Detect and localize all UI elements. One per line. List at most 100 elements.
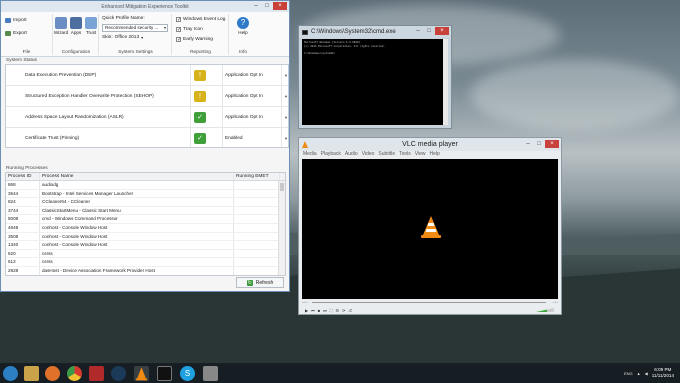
status-value: Application Opt In — [225, 93, 263, 99]
refresh-button[interactable]: ↻ Refresh — [236, 277, 284, 288]
minimize-button[interactable]: – — [251, 2, 261, 10]
stop-icon[interactable]: ■ — [318, 308, 320, 313]
wizard-label: Wizard — [53, 30, 69, 35]
chrome-icon[interactable] — [67, 366, 82, 381]
close-button[interactable]: × — [273, 2, 287, 10]
menu-view[interactable]: View — [415, 151, 426, 159]
shuffle-icon[interactable]: ⤮ — [348, 308, 351, 313]
chevron-down-icon: ▾ — [163, 25, 166, 30]
clock-date: 11/11/2014 — [651, 373, 674, 378]
column-header-emet[interactable]: Running EMET — [234, 173, 280, 180]
maximize-button[interactable]: □ — [534, 140, 544, 148]
status-dropdown[interactable]: ▼ — [284, 115, 288, 120]
emet-titlebar[interactable]: Enhanced Mitigation Experience Toolkit –… — [1, 1, 289, 12]
early-warning-checkbox[interactable]: ✓ Early Warning — [176, 37, 213, 43]
menu-playback[interactable]: Playback — [321, 151, 341, 159]
process-name-cell: ClassicStartMenu - Classic Start Menu — [40, 206, 234, 215]
menu-audio[interactable]: Audio — [345, 151, 358, 159]
console-output[interactable]: Microsoft Windows [Version 6.3.9600] (c)… — [302, 39, 448, 125]
running-emet-cell — [234, 258, 280, 266]
vertical-scrollbar[interactable] — [443, 39, 448, 125]
emet-icon[interactable] — [203, 366, 218, 381]
column-header-pid[interactable]: Process ID — [6, 173, 40, 180]
refresh-label: Refresh — [255, 279, 274, 286]
table-row[interactable]: 620 csrss — [6, 249, 285, 259]
firefox-icon[interactable] — [45, 366, 60, 381]
maximize-button[interactable]: □ — [424, 27, 434, 35]
tray-lang[interactable]: ENG — [624, 371, 633, 376]
skin-label: Skin: — [102, 35, 113, 40]
table-row[interactable]: 868 audiodg — [6, 181, 285, 190]
table-row[interactable]: 824 CCleaner64 - CCleaner — [6, 198, 285, 207]
windows-start-icon[interactable] — [3, 366, 18, 381]
menu-help[interactable]: Help — [430, 151, 440, 159]
apps-icon — [70, 17, 82, 29]
skin-row[interactable]: Skin: Office 2013 ▾ — [102, 35, 143, 40]
console-prompt: C:\Windows\system32> — [304, 51, 336, 55]
playlist-icon[interactable]: ☰ — [336, 308, 340, 313]
table-row[interactable]: 3644 Bootstrap - Intel Services Manager L… — [6, 189, 285, 199]
table-row[interactable]: 1340 conhost - Console Window Host — [6, 241, 285, 250]
import-icon — [5, 18, 11, 23]
process-name-cell: conhost - Console Window Host — [40, 241, 234, 249]
table-row[interactable]: 2928 dasHost - Device Association Framewo… — [6, 266, 285, 275]
vlc-titlebar[interactable]: VLC media player – □ × — [299, 138, 561, 151]
volume-icon[interactable]: ◀ — [645, 371, 648, 376]
volume-slider[interactable] — [536, 308, 554, 312]
video-area[interactable] — [302, 159, 558, 299]
minimize-button[interactable]: – — [523, 140, 533, 148]
status-dropdown[interactable]: ▼ — [284, 73, 288, 78]
trust-button[interactable]: Trust — [84, 17, 98, 35]
windows-event-log-checkbox[interactable]: ✓ Windows Event Log — [176, 17, 226, 23]
previous-icon[interactable]: ⏮ — [311, 308, 315, 313]
process-id-cell: 1340 — [6, 241, 40, 249]
vlc-cone-icon — [302, 141, 308, 148]
table-row[interactable]: 512 csrss — [6, 258, 285, 267]
steam-icon[interactable] — [111, 366, 126, 381]
table-row[interactable]: 5008 cmd - Windows Command Processor — [6, 215, 285, 224]
loop-icon[interactable]: ⟳ — [342, 308, 345, 313]
export-button[interactable]: Export — [5, 31, 27, 36]
table-row[interactable]: 3744 ClassicStartMenu - Classic Start Men… — [6, 206, 285, 216]
close-button[interactable]: × — [435, 27, 449, 35]
ribbon-group-reporting: ✓ Windows Event Log ✓ Tray Icon ✓ Early … — [173, 14, 229, 55]
menu-media[interactable]: Media — [303, 151, 317, 159]
quick-profile-select[interactable]: Recommended security ... ▾ — [102, 24, 168, 32]
cmd-icon[interactable] — [157, 366, 172, 381]
tray-icon-checkbox[interactable]: ✓ Tray Icon — [176, 27, 203, 33]
check-icon: ✓ — [194, 111, 206, 123]
status-dropdown[interactable]: ▼ — [284, 136, 288, 141]
status-dropdown[interactable]: ▼ — [284, 94, 288, 99]
status-row-pinning: Certificate Trust (Pinning) ✓ Enabled ▼ — [6, 128, 288, 147]
clock[interactable]: 6:09 PM 11/11/2014 — [652, 367, 674, 379]
play-icon[interactable]: ▶ — [305, 308, 308, 313]
close-button[interactable]: × — [545, 140, 559, 148]
scrollbar-thumb[interactable] — [280, 183, 284, 191]
status-value: Application Opt In — [225, 72, 263, 78]
vlc-menubar: Media Playback Audio Video Subtitle Tool… — [299, 151, 561, 159]
file-group-label: File — [22, 50, 31, 55]
windows-event-log-label: Windows Event Log — [183, 17, 226, 22]
minimize-button[interactable]: – — [413, 27, 423, 35]
apps-button[interactable]: Apps — [69, 17, 83, 35]
seek-track[interactable] — [312, 302, 546, 303]
fullscreen-icon[interactable]: ⛶ — [330, 308, 333, 313]
vlc-cone-icon[interactable] — [134, 366, 149, 381]
app-icon[interactable] — [89, 366, 104, 381]
menu-tools[interactable]: Tools — [399, 151, 411, 159]
skype-icon[interactable]: S — [180, 366, 195, 381]
network-icon[interactable]: ▲ — [637, 371, 641, 376]
seek-bar[interactable]: --:-- --:-- — [302, 300, 558, 305]
vertical-scrollbar[interactable] — [278, 181, 285, 275]
next-icon[interactable]: ⏭ — [323, 308, 327, 313]
wizard-button[interactable]: Wizard — [54, 17, 68, 35]
folder-icon[interactable] — [24, 366, 39, 381]
table-row[interactable]: 3508 conhost - Console Window Host — [6, 232, 285, 242]
import-button[interactable]: Import — [5, 18, 27, 23]
help-button[interactable]: ? Help — [236, 17, 250, 35]
maximize-button[interactable]: □ — [262, 2, 272, 10]
table-row[interactable]: 4848 conhost - Console Window Host — [6, 223, 285, 233]
menu-video[interactable]: Video — [362, 151, 375, 159]
menu-subtitle[interactable]: Subtitle — [378, 151, 395, 159]
column-header-name[interactable]: Process Name — [40, 173, 234, 180]
